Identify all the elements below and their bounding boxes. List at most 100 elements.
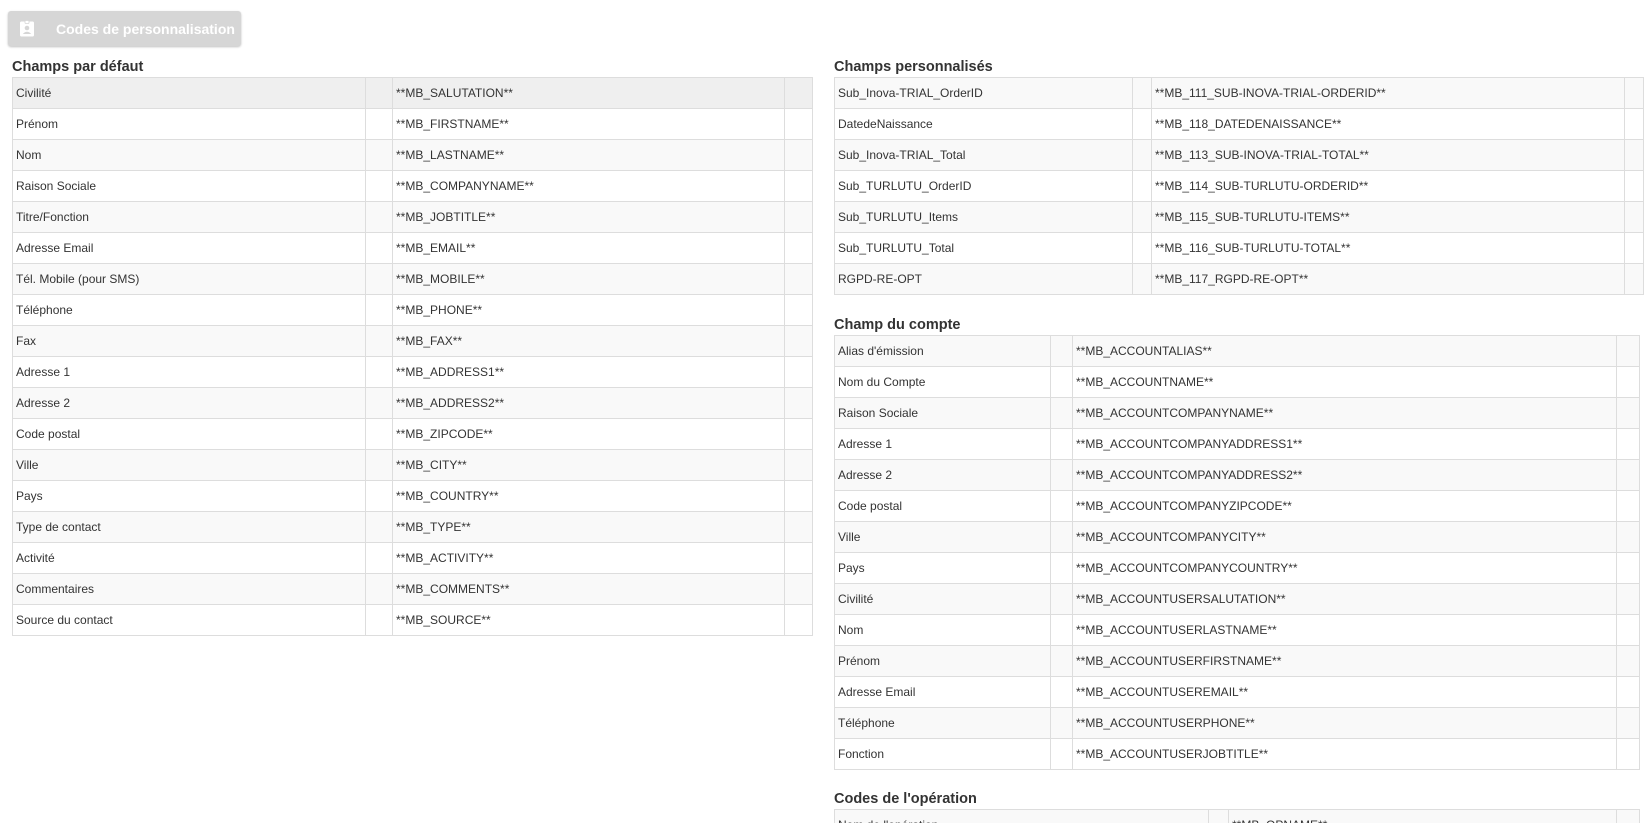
- spacer-cell: [1624, 201, 1644, 233]
- field-label-cell: Téléphone: [834, 707, 1051, 739]
- id-badge-icon: [18, 19, 36, 38]
- spacer-cell: [1050, 552, 1073, 584]
- spacer-cell: [1624, 263, 1644, 295]
- field-label-cell: Civilité: [11, 77, 367, 109]
- field-label-cell: Civilité: [834, 583, 1051, 615]
- field-label-cell: Adresse Email: [834, 676, 1051, 708]
- field-label-cell: Adresse 2: [834, 459, 1051, 491]
- spacer-cell: [1050, 614, 1073, 646]
- table-row: Adresse 2 **MB_ACCOUNTCOMPANYADDRESS2**: [834, 459, 1640, 491]
- table-row: RGPD-RE-OPT **MB_117_RGPD-RE-OPT**: [834, 263, 1644, 295]
- spacer-cell: [784, 604, 813, 636]
- personalization-codes-label: Codes de personnalisation: [56, 20, 235, 37]
- field-label-cell: Ville: [11, 449, 367, 481]
- table-row: Tél. Mobile (pour SMS) **MB_MOBILE**: [11, 263, 813, 295]
- spacer-cell: [1624, 170, 1644, 202]
- field-label-cell: Ville: [834, 521, 1051, 553]
- spacer-cell: [365, 480, 394, 512]
- spacer-cell: [784, 480, 813, 512]
- spacer-cell: [365, 294, 394, 326]
- operation-fields-title: Codes de l'opération: [834, 791, 977, 807]
- field-code-cell: **MB_ACTIVITY**: [392, 542, 786, 574]
- field-label-cell: Nom: [11, 139, 367, 171]
- field-code-cell: **MB_FIRSTNAME**: [392, 108, 786, 140]
- table-row: Fax **MB_FAX**: [11, 325, 813, 357]
- spacer-cell: [1624, 232, 1644, 264]
- spacer-cell: [1132, 232, 1152, 264]
- field-label-cell: Adresse 2: [11, 387, 367, 419]
- table-row: Raison Sociale **MB_COMPANYNAME**: [11, 170, 813, 202]
- personalization-codes-button[interactable]: Codes de personnalisation: [8, 11, 241, 46]
- field-label-cell: Alias d'émission: [834, 335, 1051, 367]
- spacer-cell: [784, 294, 813, 326]
- spacer-cell: [1616, 809, 1640, 823]
- spacer-cell: [784, 170, 813, 202]
- spacer-cell: [784, 542, 813, 574]
- field-label-cell: Adresse Email: [11, 232, 367, 264]
- spacer-cell: [784, 449, 813, 481]
- field-code-cell: **MB_COUNTRY**: [392, 480, 786, 512]
- spacer-cell: [365, 77, 394, 109]
- table-row: Ville **MB_CITY**: [11, 449, 813, 481]
- field-label-cell: Sub_TURLUTU_OrderID: [834, 170, 1133, 202]
- field-code-cell: **MB_ACCOUNTUSERJOBTITLE**: [1072, 738, 1617, 770]
- spacer-cell: [365, 139, 394, 171]
- spacer-cell: [365, 170, 394, 202]
- spacer-cell: [1050, 707, 1073, 739]
- field-code-cell: **MB_ZIPCODE**: [392, 418, 786, 450]
- field-code-cell: **MB_ACCOUNTCOMPANYNAME**: [1072, 397, 1617, 429]
- field-code-cell: **MB_ACCOUNTCOMPANYADDRESS2**: [1072, 459, 1617, 491]
- spacer-cell: [365, 263, 394, 295]
- table-row: Civilité **MB_SALUTATION**: [11, 77, 813, 109]
- spacer-cell: [784, 418, 813, 450]
- spacer-cell: [365, 573, 394, 605]
- table-row: Adresse 2 **MB_ADDRESS2**: [11, 387, 813, 419]
- default-fields-table: Civilité **MB_SALUTATION** Prénom **MB_FIRS…: [11, 77, 813, 636]
- table-row: Adresse Email **MB_ACCOUNTUSEREMAIL**: [834, 676, 1640, 708]
- spacer-cell: [1616, 397, 1640, 429]
- field-label-cell: Activité: [11, 542, 367, 574]
- field-label-cell: Tél. Mobile (pour SMS): [11, 263, 367, 295]
- account-fields-section: Champ du compte Alias d'émission **MB_ACC…: [834, 315, 1640, 770]
- field-code-cell: **MB_EMAIL**: [392, 232, 786, 264]
- spacer-cell: [1624, 139, 1644, 171]
- table-row: Adresse 1 **MB_ACCOUNTCOMPANYADDRESS1**: [834, 428, 1640, 460]
- field-label-cell: Prénom: [11, 108, 367, 140]
- table-row: Fonction **MB_ACCOUNTUSERJOBTITLE**: [834, 738, 1640, 770]
- field-code-cell: **MB_ACCOUNTUSERSALUTATION**: [1072, 583, 1617, 615]
- field-code-cell: **MB_COMPANYNAME**: [392, 170, 786, 202]
- table-row: Activité **MB_ACTIVITY**: [11, 542, 813, 574]
- table-row: Type de contact **MB_TYPE**: [11, 511, 813, 543]
- spacer-cell: [1616, 707, 1640, 739]
- field-label-cell: Pays: [834, 552, 1051, 584]
- spacer-cell: [784, 108, 813, 140]
- spacer-cell: [784, 511, 813, 543]
- field-label-cell: Raison Sociale: [11, 170, 367, 202]
- table-row: Sub_Inova-TRIAL_OrderID **MB_111_SUB-INOV…: [834, 77, 1644, 109]
- field-code-cell: **MB_113_SUB-INOVA-TRIAL-TOTAL**: [1151, 139, 1625, 171]
- table-row: Titre/Fonction **MB_JOBTITLE**: [11, 201, 813, 233]
- account-fields-table: Alias d'émission **MB_ACCOUNTALIAS** Nom d…: [834, 335, 1640, 770]
- spacer-cell: [1132, 139, 1152, 171]
- field-label-cell: Commentaires: [11, 573, 367, 605]
- field-code-cell: **MB_ACCOUNTUSERFIRSTNAME**: [1072, 645, 1617, 677]
- spacer-cell: [365, 418, 394, 450]
- field-code-cell: **MB_CITY**: [392, 449, 786, 481]
- spacer-cell: [1132, 77, 1152, 109]
- spacer-cell: [365, 356, 394, 388]
- field-code-cell: **MB_TYPE**: [392, 511, 786, 543]
- spacer-cell: [1616, 335, 1640, 367]
- field-label-cell: Code postal: [11, 418, 367, 450]
- field-label-cell: Fax: [11, 325, 367, 357]
- spacer-cell: [1050, 583, 1073, 615]
- field-label-cell: Nom du Compte: [834, 366, 1051, 398]
- table-row: Nom **MB_ACCOUNTUSERLASTNAME**: [834, 614, 1640, 646]
- default-fields-body: Civilité **MB_SALUTATION** Prénom **MB_FIRS…: [11, 77, 813, 636]
- spacer-cell: [784, 77, 813, 109]
- table-row: Téléphone **MB_PHONE**: [11, 294, 813, 326]
- field-code-cell: **MB_SALUTATION**: [392, 77, 786, 109]
- field-code-cell: **MB_ADDRESS1**: [392, 356, 786, 388]
- field-code-cell: **MB_ACCOUNTNAME**: [1072, 366, 1617, 398]
- spacer-cell: [1050, 645, 1073, 677]
- spacer-cell: [365, 325, 394, 357]
